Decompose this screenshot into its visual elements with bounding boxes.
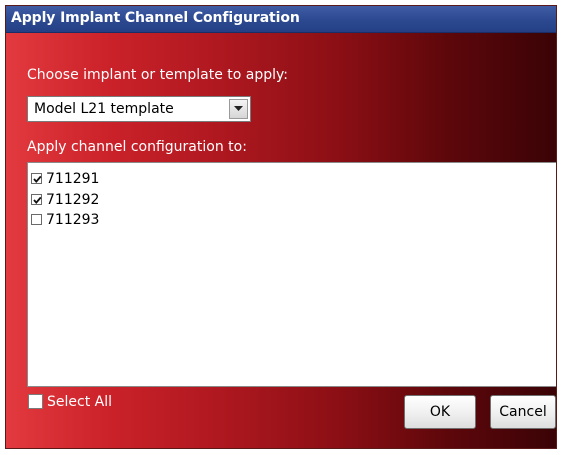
channel-list[interactable]: 711291 711292 711293 bbox=[27, 162, 556, 387]
channel-checkbox-711292[interactable] bbox=[31, 194, 42, 205]
channel-label: 711292 bbox=[46, 192, 100, 208]
window-title: Apply Implant Channel Configuration bbox=[11, 10, 300, 26]
channel-checkbox-711291[interactable] bbox=[31, 173, 42, 184]
checkmark-icon bbox=[33, 175, 42, 183]
checkmark-icon bbox=[33, 196, 42, 204]
chevron-down-icon bbox=[234, 106, 243, 111]
dropdown-button[interactable] bbox=[229, 99, 248, 119]
title-bar[interactable]: Apply Implant Channel Configuration bbox=[6, 6, 556, 33]
channel-label: 711291 bbox=[46, 171, 100, 187]
implant-select-label: Choose implant or template to apply: bbox=[27, 67, 288, 83]
channel-checkbox-711293[interactable] bbox=[31, 214, 42, 225]
cancel-button[interactable]: Cancel bbox=[490, 395, 556, 429]
channel-label: 711293 bbox=[46, 212, 100, 228]
apply-implant-dialog: Apply Implant Channel Configuration Choo… bbox=[5, 5, 557, 449]
select-all-label: Select All bbox=[47, 394, 112, 410]
ok-button[interactable]: OK bbox=[404, 395, 476, 429]
dropdown-selected-value: Model L21 template bbox=[34, 101, 174, 117]
implant-template-dropdown[interactable]: Model L21 template bbox=[27, 96, 251, 122]
select-all-checkbox[interactable] bbox=[28, 394, 43, 409]
channel-list-label: Apply channel configuration to: bbox=[27, 139, 247, 155]
